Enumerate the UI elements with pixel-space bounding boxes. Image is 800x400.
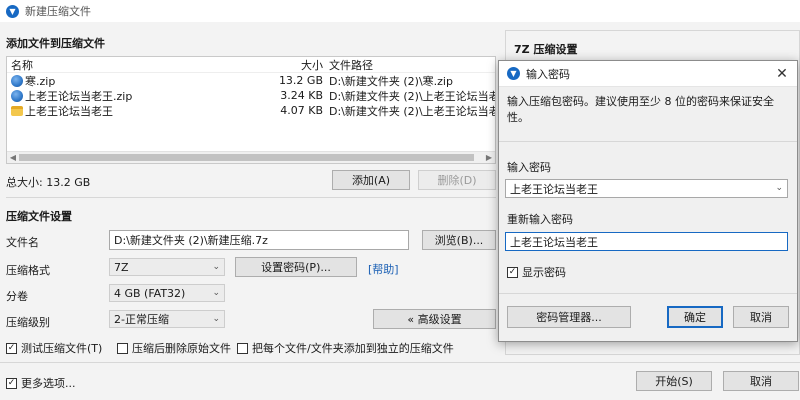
7z-settings-title: 7Z 压缩设置 (514, 43, 578, 56)
scroll-right-icon[interactable]: ▶ (483, 152, 495, 164)
help-link[interactable]: [帮助] (368, 261, 399, 277)
dialog-cancel-button[interactable]: 取消 (733, 306, 789, 328)
checkbox-unchecked-icon (117, 342, 128, 354)
column-header-path[interactable]: 文件路径 (323, 57, 495, 73)
settings-heading: 压缩文件设置 (6, 210, 72, 223)
format-label: 压缩格式 (6, 264, 50, 277)
browse-button[interactable]: 浏览(B)... (422, 230, 496, 250)
volume-select[interactable]: 4 GB (FAT32) ⌄ (109, 284, 225, 302)
ok-button[interactable]: 确定 (667, 306, 723, 328)
dialog-title: 输入密码 (526, 67, 570, 81)
format-select[interactable]: 7Z ⌄ (109, 258, 225, 276)
title-bar: ▼ 新建压缩文件 (0, 0, 800, 22)
file-size: 4.07 KB (280, 104, 323, 117)
dialog-description: 输入压缩包密码。建议使用至少 8 位的密码来保证安全性。 (507, 95, 774, 124)
password-manager-button[interactable]: 密码管理器... (507, 306, 631, 328)
zip-icon (11, 74, 23, 87)
file-path: D:\新建文件夹 (2)\上老王论坛当老王.zip (329, 89, 495, 103)
app-logo-icon: ▼ (6, 4, 19, 18)
add-files-heading: 添加文件到压缩文件 (6, 37, 105, 50)
file-path: D:\新建文件夹 (2)\上老王论坛当老王 (329, 104, 495, 118)
chevron-down-icon[interactable]: ⌄ (775, 183, 783, 193)
add-button[interactable]: 添加(A) (332, 170, 410, 190)
checkbox-checked-icon: ✓ (6, 377, 17, 389)
divider (6, 197, 496, 198)
dialog-title-bar: ▼ 输入密码 (499, 61, 797, 87)
level-label: 压缩级别 (6, 316, 50, 329)
file-name: 上老王论坛当老王 (25, 104, 113, 118)
app-logo-icon: ▼ (507, 67, 520, 80)
volume-select-value: 4 GB (FAT32) (114, 286, 186, 300)
more-options-checkbox[interactable]: ✓ 更多选项... (6, 375, 76, 391)
file-size: 13.2 GB (278, 74, 323, 87)
level-select-value: 2-正常压缩 (114, 313, 169, 326)
window-title: 新建压缩文件 (25, 5, 91, 18)
separate-archives-checkbox[interactable]: 把每个文件/文件夹添加到独立的压缩文件 (237, 340, 454, 356)
file-size: 3.24 KB (280, 89, 323, 102)
chevron-down-icon: ⌄ (212, 314, 220, 324)
password-label: 输入密码 (507, 161, 551, 174)
advanced-settings-button[interactable]: « 高级设置 (373, 309, 496, 329)
volume-label: 分卷 (6, 290, 28, 303)
test-archive-checkbox[interactable]: ✓ 测试压缩文件(T) (6, 340, 102, 356)
show-password-checkbox[interactable]: ✓ 显示密码 (507, 264, 566, 280)
delete-button[interactable]: 删除(D) (418, 170, 496, 190)
test-archive-label: 测试压缩文件(T) (21, 342, 103, 355)
more-options-label: 更多选项... (21, 377, 76, 390)
file-row[interactable]: 上老王论坛当老王.zip 3.24 KB D:\新建文件夹 (2)\上老王论坛当… (7, 88, 495, 103)
password-input[interactable]: 上老王论坛当老王 ⌄ (505, 179, 788, 198)
column-header-name[interactable]: 名称 (7, 57, 267, 73)
file-row[interactable]: 寒.zip 13.2 GB D:\新建文件夹 (2)\寒.zip (7, 73, 495, 88)
separate-archives-label: 把每个文件/文件夹添加到独立的压缩文件 (252, 342, 454, 355)
file-name: 上老王论坛当老王.zip (25, 89, 133, 103)
filename-input[interactable]: D:\新建文件夹 (2)\新建压缩.7z (109, 230, 409, 250)
delete-after-label: 压缩后删除原始文件 (132, 342, 231, 355)
level-select[interactable]: 2-正常压缩 ⌄ (109, 310, 225, 328)
column-header-size[interactable]: 大小 (267, 57, 323, 73)
close-icon[interactable]: ✕ (773, 65, 791, 83)
file-row[interactable]: 上老王论坛当老王 4.07 KB D:\新建文件夹 (2)\上老王论坛当老王 (7, 103, 495, 118)
checkbox-unchecked-icon (237, 342, 248, 354)
file-list-header: 名称 大小 文件路径 (7, 57, 495, 73)
horizontal-scrollbar[interactable]: ◀ ▶ (7, 151, 495, 163)
divider (499, 293, 797, 294)
password-input-value: 上老王论坛当老王 (510, 182, 598, 196)
divider (0, 362, 800, 363)
chevron-down-icon: ⌄ (212, 262, 220, 272)
chevron-down-icon: ⌄ (212, 288, 220, 298)
scrollbar-thumb[interactable] (19, 154, 474, 161)
folder-icon (11, 105, 23, 116)
format-select-value: 7Z (114, 260, 129, 274)
file-path: D:\新建文件夹 (2)\寒.zip (329, 74, 453, 88)
file-list[interactable]: 名称 大小 文件路径 寒.zip 13.2 GB D:\新建文件夹 (2)\寒.… (6, 56, 496, 164)
filename-label: 文件名 (6, 236, 39, 249)
reenter-password-input[interactable]: 上老王论坛当老王 (505, 232, 788, 251)
file-name: 寒.zip (25, 74, 56, 88)
zip-icon (11, 89, 23, 102)
scroll-left-icon[interactable]: ◀ (7, 152, 19, 164)
password-dialog: ▼ 输入密码 ✕ 输入压缩包密码。建议使用至少 8 位的密码来保证安全性。 输入… (498, 60, 798, 342)
checkbox-checked-icon: ✓ (6, 342, 17, 354)
divider (499, 141, 797, 142)
cancel-button[interactable]: 取消 (723, 371, 799, 391)
reenter-password-label: 重新输入密码 (507, 213, 573, 226)
delete-after-checkbox[interactable]: 压缩后删除原始文件 (117, 340, 231, 356)
start-button[interactable]: 开始(S) (636, 371, 712, 391)
show-password-label: 显示密码 (522, 266, 566, 279)
set-password-button[interactable]: 设置密码(P)... (235, 257, 357, 277)
checkbox-checked-icon: ✓ (507, 266, 518, 278)
total-size-text: 总大小: 13.2 GB (6, 176, 91, 189)
